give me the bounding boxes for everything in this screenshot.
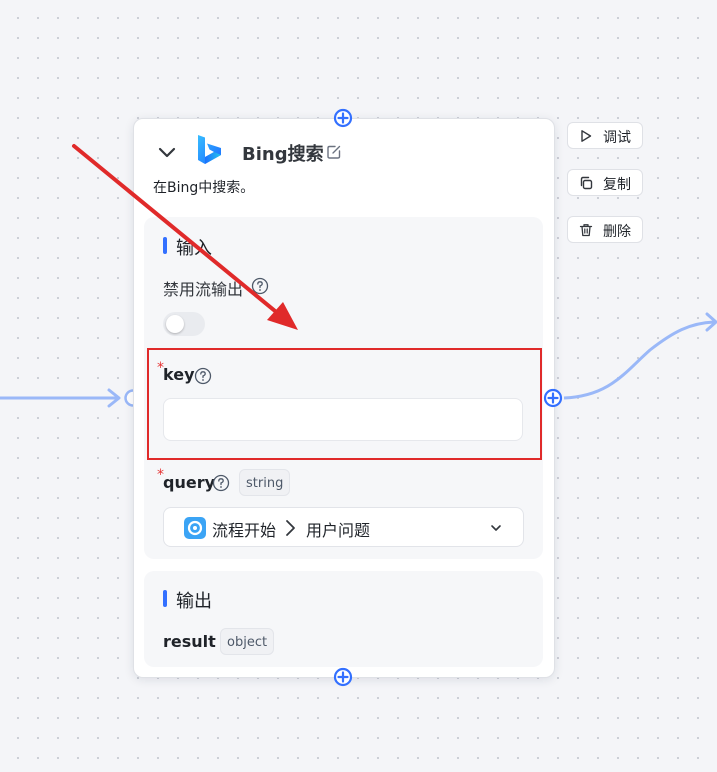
- outgoing-edge-arrowhead: [705, 312, 717, 332]
- source-node-label: 流程开始: [212, 521, 277, 540]
- chevron-down-icon[interactable]: [156, 141, 178, 163]
- section-accent-bar: [163, 590, 167, 607]
- outgoing-edge: [563, 320, 715, 400]
- result-label: result: [163, 632, 216, 651]
- copy-button-label: 复制: [603, 177, 631, 193]
- copy-icon: [580, 176, 593, 190]
- bing-search-node[interactable]: Bing搜索 在Bing中搜索。 输入 禁用流输出 * key * query: [133, 118, 555, 678]
- key-label: key: [163, 365, 195, 384]
- query-type-tag: string: [239, 469, 291, 496]
- query-label: query: [163, 473, 216, 492]
- chevron-down-icon: [491, 525, 501, 531]
- help-icon[interactable]: [212, 474, 230, 492]
- query-source-select[interactable]: 流程开始 用户问题: [163, 507, 524, 547]
- key-input[interactable]: [163, 398, 523, 441]
- copy-button[interactable]: 复制: [567, 169, 643, 196]
- disable-stream-label: 禁用流输出: [163, 280, 244, 299]
- play-icon: [581, 130, 592, 142]
- node-description: 在Bing中搜索。: [153, 180, 255, 196]
- help-icon[interactable]: [194, 367, 212, 385]
- help-icon[interactable]: [251, 277, 269, 295]
- output-section-title: 输出: [176, 591, 212, 612]
- add-handle-bottom[interactable]: [333, 667, 353, 687]
- result-type-tag: object: [220, 628, 275, 655]
- flow-start-icon: [184, 517, 206, 539]
- debug-button[interactable]: 调试: [567, 122, 643, 149]
- delete-button-label: 删除: [603, 224, 631, 240]
- disable-stream-toggle[interactable]: [163, 312, 205, 336]
- node-title: Bing搜索: [242, 144, 324, 165]
- input-section-title: 输入: [176, 238, 212, 259]
- edit-icon[interactable]: [326, 144, 342, 160]
- debug-button-label: 调试: [603, 130, 631, 146]
- delete-button[interactable]: 删除: [567, 216, 643, 243]
- trash-icon: [579, 224, 593, 237]
- chevron-right-icon: [286, 520, 295, 536]
- toggle-knob: [166, 315, 184, 333]
- source-handle[interactable]: [543, 388, 563, 408]
- add-handle-top[interactable]: [333, 108, 353, 128]
- section-accent-bar: [163, 237, 167, 254]
- output-section: 输出 result object: [144, 571, 543, 667]
- incoming-edge-arrowhead: [107, 388, 121, 408]
- input-section: 输入 禁用流输出 * key * query string 流程开始 用户问题: [144, 217, 543, 559]
- bing-logo: [198, 135, 221, 164]
- source-field-label: 用户问题: [306, 521, 371, 540]
